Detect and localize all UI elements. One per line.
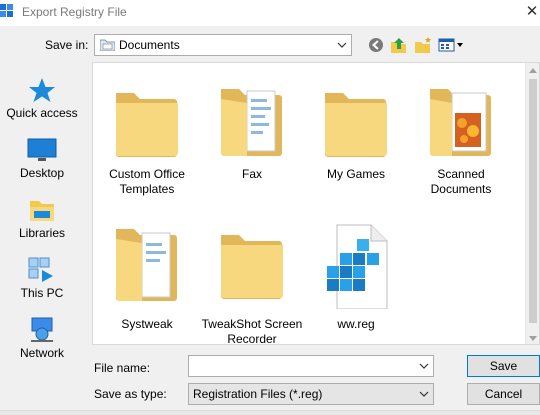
place-libraries[interactable]: Libraries bbox=[0, 188, 84, 248]
up-folder-button[interactable] bbox=[390, 35, 408, 55]
close-icon[interactable]: ✕ bbox=[524, 2, 540, 22]
regedit-icon bbox=[0, 4, 13, 17]
folder-documents-icon bbox=[116, 229, 177, 301]
file-item-my-games[interactable]: My Games bbox=[304, 73, 408, 223]
file-list-pane[interactable]: Custom Office Templates Fax My Games Sca… bbox=[92, 62, 540, 345]
star-icon bbox=[29, 78, 55, 102]
file-item-fax[interactable]: Fax bbox=[200, 73, 304, 223]
folder-photo-icon bbox=[430, 89, 491, 156]
save-as-type-label: Save as type: bbox=[94, 387, 167, 401]
cancel-button[interactable]: Cancel bbox=[467, 383, 540, 405]
place-desktop[interactable]: Desktop bbox=[0, 128, 84, 188]
file-name: Custom Office Templates bbox=[109, 167, 185, 196]
this-pc-icon bbox=[28, 257, 53, 282]
file-item-custom-office-templates[interactable]: Custom Office Templates bbox=[95, 73, 199, 223]
scroll-down-icon[interactable] bbox=[529, 336, 537, 342]
folder-icon bbox=[321, 73, 391, 159]
chevron-down-icon[interactable] bbox=[418, 360, 430, 372]
documents-folder-icon bbox=[100, 39, 115, 51]
up-folder-icon bbox=[391, 38, 406, 53]
scroll-up-icon[interactable] bbox=[529, 67, 537, 73]
save-as-type-dropdown[interactable]: Registration Files (*.reg) bbox=[188, 383, 434, 405]
place-label: This PC bbox=[20, 286, 64, 300]
folder-icon bbox=[112, 73, 182, 159]
chevron-down-icon bbox=[418, 388, 430, 400]
title-bar: Export Registry File ✕ bbox=[0, 0, 540, 26]
back-button[interactable] bbox=[367, 35, 385, 55]
save-in-label: Save in: bbox=[45, 38, 89, 52]
place-label: Desktop bbox=[19, 166, 65, 180]
file-name: Systweak bbox=[121, 317, 173, 331]
place-label: Network bbox=[19, 346, 64, 360]
file-item-ww-reg[interactable]: ww.reg bbox=[304, 223, 408, 344]
place-label: Quick access bbox=[6, 106, 78, 120]
place-quick-access[interactable]: Quick access bbox=[0, 68, 84, 128]
file-name: Scanned Documents bbox=[430, 167, 492, 196]
file-name-input[interactable] bbox=[188, 355, 434, 377]
folder-documents-icon bbox=[221, 89, 282, 156]
desktop-icon bbox=[27, 138, 57, 161]
place-network[interactable]: Network bbox=[0, 308, 84, 368]
file-name-label: File name: bbox=[94, 361, 151, 375]
scroll-thumb[interactable] bbox=[529, 79, 537, 323]
place-label: Libraries bbox=[18, 226, 66, 240]
window-title: Export Registry File bbox=[22, 5, 127, 19]
new-folder-icon bbox=[415, 37, 431, 53]
folder-icon bbox=[217, 215, 287, 301]
file-name: My Games bbox=[326, 167, 385, 181]
save-in-dropdown[interactable]: Documents bbox=[94, 34, 352, 56]
view-menu-button[interactable] bbox=[437, 35, 465, 55]
file-item-systweak[interactable]: Systweak bbox=[95, 223, 199, 344]
file-name: TweakShot Screen Recorder bbox=[201, 317, 303, 345]
window-bottom-edge bbox=[0, 410, 540, 415]
view-menu-icon bbox=[438, 38, 463, 52]
back-icon bbox=[369, 38, 383, 52]
registry-file-icon bbox=[327, 224, 388, 309]
file-name: ww.reg bbox=[337, 317, 375, 331]
places-bar: Quick access Desktop Libraries This PC N… bbox=[0, 64, 84, 364]
vertical-scrollbar[interactable] bbox=[525, 63, 539, 344]
network-icon bbox=[31, 317, 53, 342]
chevron-down-icon bbox=[336, 39, 348, 51]
file-name: Fax bbox=[241, 167, 262, 181]
place-this-pc[interactable]: This PC bbox=[0, 248, 84, 308]
libraries-icon bbox=[30, 201, 54, 221]
save-button[interactable]: Save bbox=[467, 355, 540, 377]
new-folder-button[interactable] bbox=[413, 35, 433, 55]
file-item-scanned-documents[interactable]: Scanned Documents bbox=[409, 73, 513, 223]
file-item-tweakshot-screen-recorder[interactable]: TweakShot Screen Recorder bbox=[200, 223, 304, 345]
save-as-type-value: Registration Files (*.reg) bbox=[193, 387, 323, 401]
save-in-value: Documents bbox=[119, 38, 180, 52]
